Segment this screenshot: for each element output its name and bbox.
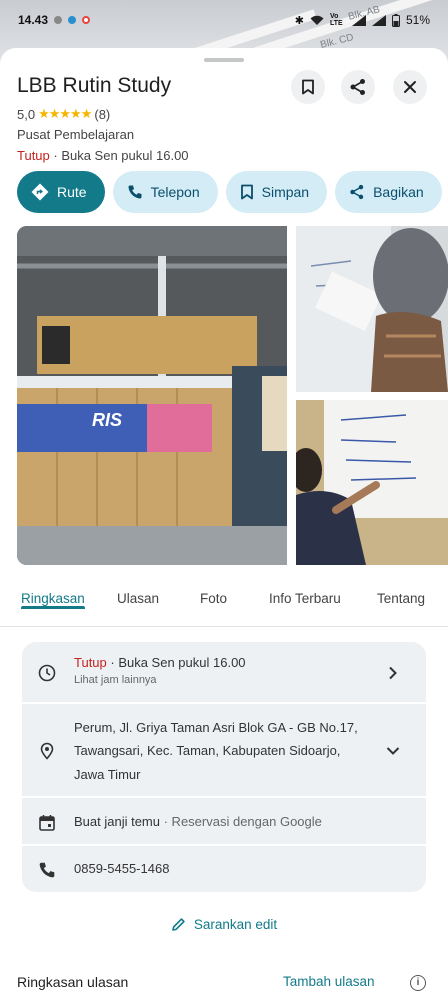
phone-row[interactable]: 0859-5455-1468: [22, 848, 426, 892]
booking-label: Buat janji temu: [74, 814, 160, 829]
student-photo: [296, 226, 448, 392]
place-category: Pusat Pembelajaran: [17, 127, 135, 142]
tab-info-terbaru[interactable]: Info Terbaru: [269, 581, 341, 606]
star-rating-icon: ★★★★★: [38, 106, 92, 121]
share-icon: [350, 184, 364, 200]
close-button[interactable]: [393, 70, 427, 104]
review-count: (8): [94, 106, 111, 122]
directions-icon: [31, 183, 49, 201]
address-line: Tawangsari, Kec. Taman, Kabupaten Sidoar…: [74, 743, 341, 759]
pencil-icon: [172, 918, 185, 931]
chip-label: Telepon: [150, 184, 200, 200]
address-line: Perum, Jl. Griya Taman Asri Blok GA - GB…: [74, 720, 358, 735]
phone-icon: [128, 185, 142, 199]
banner-logo: RIS: [92, 410, 122, 430]
booking-row[interactable]: Buat janji temu · Reservasi dengan Googl…: [22, 800, 426, 846]
share-button[interactable]: [341, 70, 375, 104]
suggest-edit-label: Sarankan edit: [193, 917, 278, 932]
tab-bar: Ringkasan Ulasan Foto Info Terbaru Tenta…: [0, 581, 448, 627]
bluetooth-icon: ✱: [294, 14, 304, 27]
calendar-icon: [39, 815, 55, 831]
share-icon: [350, 79, 365, 95]
action-chips: Rute Telepon Simpan Bagikan: [17, 171, 442, 213]
status-bar: 14.43 ✱ Vo LTE 51%: [0, 0, 448, 40]
telegram-icon: [68, 16, 77, 24]
closed-label: Tutup: [17, 148, 50, 163]
more-hours-link: Lihat jam lainnya: [74, 673, 157, 686]
signal-icon: [351, 14, 366, 26]
clock-icon: [38, 664, 56, 682]
main-photo[interactable]: RIS: [17, 226, 287, 565]
tab-tentang[interactable]: Tentang: [377, 581, 425, 606]
chip-label: Bagikan: [373, 184, 424, 200]
hours-text: · Buka Sen pukul 16.00: [106, 655, 246, 670]
battery-level: 51%: [405, 13, 430, 27]
address-line: Jawa Timur: [74, 766, 141, 782]
chip-label: Rute: [57, 184, 87, 200]
chevron-down-icon: [386, 747, 400, 755]
review-summary-title: Ringkasan ulasan: [17, 974, 129, 990]
open-status: Tutup · Buka Sen pukul 16.00: [17, 148, 189, 163]
clock: 14.43: [18, 13, 49, 27]
bookmark-icon: [302, 79, 314, 95]
phone-number: 0859-5455-1468: [74, 861, 170, 876]
storefront-photo: RIS: [17, 226, 287, 565]
child-photo: [296, 400, 448, 565]
close-icon: [404, 81, 416, 93]
save-chip[interactable]: Simpan: [225, 171, 328, 213]
tab-ulasan[interactable]: Ulasan: [117, 581, 159, 606]
info-card: Tutup · Buka Sen pukul 16.00 Lihat jam l…: [22, 642, 426, 892]
call-button[interactable]: Telepon: [112, 171, 218, 213]
photo-student-board[interactable]: [296, 226, 448, 392]
phone-icon: [39, 862, 55, 878]
rating-row[interactable]: 5,0 ★★★★★ (8): [17, 106, 110, 122]
notification-icon: [54, 16, 63, 24]
suggest-edit-button[interactable]: Sarankan edit: [0, 917, 448, 932]
save-button[interactable]: [291, 70, 325, 104]
hours-closed-label: Tutup: [74, 655, 107, 670]
hours-row[interactable]: Tutup · Buka Sen pukul 16.00 Lihat jam l…: [22, 642, 426, 704]
place-title: LBB Rutin Study: [17, 74, 172, 97]
tab-foto[interactable]: Foto: [200, 581, 227, 606]
place-sheet: LBB Rutin Study 5,0 ★★★★★ (8) Pusat Pemb…: [0, 48, 448, 1000]
directions-button[interactable]: Rute: [17, 171, 105, 213]
address-row[interactable]: Perum, Jl. Griya Taman Asri Blok GA - GB…: [22, 706, 426, 798]
battery-icon: [391, 13, 400, 27]
chevron-right-icon: [389, 666, 397, 680]
rating-value: 5,0: [17, 106, 36, 122]
tab-ringkasan[interactable]: Ringkasan: [21, 581, 85, 609]
add-review-link[interactable]: Tambah ulasan: [283, 974, 375, 989]
record-icon: [82, 16, 91, 24]
network-label: Vo LTE: [329, 13, 343, 27]
booking-provider: · Reservasi dengan Google: [160, 814, 322, 829]
info-icon[interactable]: i: [410, 975, 426, 991]
bookmark-icon: [240, 184, 253, 200]
drag-handle[interactable]: [204, 58, 244, 62]
signal-icon: [371, 14, 386, 26]
location-pin-icon: [40, 742, 54, 760]
chip-label: Simpan: [261, 184, 310, 200]
photo-child-whiteboard[interactable]: [296, 400, 448, 565]
open-info: · Buka Sen pukul 16.00: [49, 148, 189, 163]
share-chip[interactable]: Bagikan: [335, 171, 442, 213]
wifi-icon: [310, 15, 324, 25]
